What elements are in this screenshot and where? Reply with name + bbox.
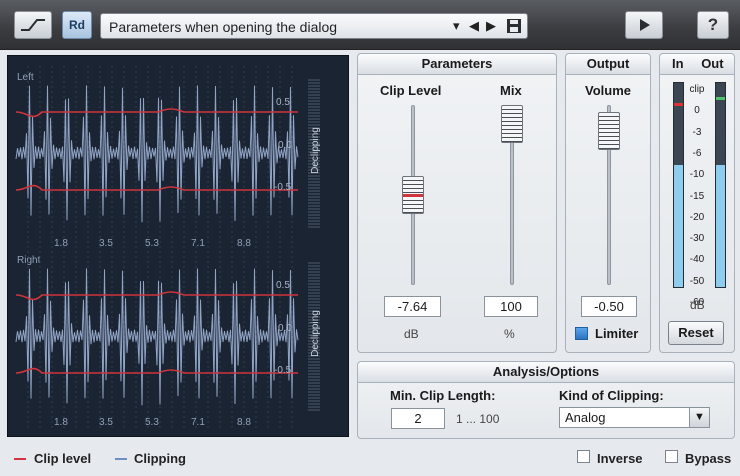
volume-input[interactable]: -0.50 xyxy=(581,296,637,317)
level-tick-bottom-low: -0.5 xyxy=(274,365,292,376)
waveform-display: Left Right 0.5 0.0 -0.5 0.5 0.0 -0.5 1.8… xyxy=(7,55,349,437)
clip-level-legend: Clip level xyxy=(34,451,92,466)
previous-preset-icon[interactable]: ◀ xyxy=(469,18,479,34)
level-tick-top-low: -0.5 xyxy=(274,182,292,193)
analysis-options-title: Analysis/Options xyxy=(358,362,734,383)
meter-scale-label: -3 xyxy=(692,126,702,138)
next-preset-icon[interactable]: ▶ xyxy=(486,18,496,34)
time-tick-top-5: 8.8 xyxy=(237,238,251,249)
meter-scale-label: -40 xyxy=(689,254,705,266)
inverse-checkbox[interactable] xyxy=(577,450,590,463)
in-label: In xyxy=(672,56,684,71)
level-tick-top-high: 0.5 xyxy=(276,97,290,108)
mix-unit: % xyxy=(504,327,515,341)
out-level-meter xyxy=(715,82,726,288)
min-clip-length-label: Min. Clip Length: xyxy=(390,388,496,403)
meter-unit: dB xyxy=(690,298,705,312)
time-tick-bottom-4: 7.1 xyxy=(191,417,205,428)
time-tick-top-2: 3.5 xyxy=(99,238,113,249)
inverse-label: Inverse xyxy=(597,451,643,466)
preset-label: Parameters when opening the dialog xyxy=(109,19,338,35)
clip-level-label: Clip Level xyxy=(380,83,442,98)
kind-of-clipping-value: Analog xyxy=(565,410,606,425)
chevron-down-icon[interactable]: ▾ xyxy=(453,18,460,34)
meter-scale-label: -6 xyxy=(692,147,702,159)
clip-level-legend-swatch xyxy=(14,458,26,460)
clip-level-unit: dB xyxy=(404,327,419,341)
output-title: Output xyxy=(566,54,650,75)
reset-button[interactable]: Reset xyxy=(668,321,724,345)
meter-scale-label: 0 xyxy=(694,105,700,117)
save-icon[interactable] xyxy=(506,18,522,34)
curve-button[interactable] xyxy=(14,11,52,39)
volume-label: Volume xyxy=(585,83,631,98)
toolbar: Rd Parameters when opening the dialog ▾ … xyxy=(0,0,740,50)
parameters-title: Parameters xyxy=(358,54,556,75)
time-tick-top-3: 5.3 xyxy=(145,238,159,249)
clipping-legend: Clipping xyxy=(134,451,186,466)
clipping-legend-swatch xyxy=(115,458,127,460)
meter-scale-label: -30 xyxy=(689,233,705,245)
meter-scale-label: -50 xyxy=(689,275,705,287)
rd-button[interactable]: Rd xyxy=(62,11,92,39)
time-tick-bottom-2: 3.5 xyxy=(99,417,113,428)
help-button[interactable]: ? xyxy=(697,11,729,39)
time-tick-bottom-3: 5.3 xyxy=(145,417,159,428)
kind-of-clipping-select[interactable]: Analog ▼ xyxy=(559,407,710,428)
clip-level-slider[interactable] xyxy=(402,176,424,214)
declipping-label-right: Declipping xyxy=(309,310,321,357)
chevron-down-icon[interactable]: ▼ xyxy=(689,408,709,427)
mix-input[interactable]: 100 xyxy=(484,296,538,317)
meter-scale-label: clip xyxy=(689,84,705,95)
out-label: Out xyxy=(701,56,724,71)
mix-label: Mix xyxy=(500,83,522,98)
play-icon xyxy=(640,19,650,31)
clip-level-input[interactable]: -7.64 xyxy=(384,296,441,317)
bypass-checkbox[interactable] xyxy=(665,450,678,463)
preset-select[interactable]: Parameters when opening the dialog ▾ ◀ ▶ xyxy=(100,13,528,39)
limiter-checkbox[interactable] xyxy=(575,327,588,340)
time-tick-bottom-5: 8.8 xyxy=(237,417,251,428)
time-tick-top-4: 7.1 xyxy=(191,238,205,249)
mix-slider[interactable] xyxy=(501,105,523,143)
limiter-label: Limiter xyxy=(595,326,639,341)
curve-icon xyxy=(21,19,45,31)
level-tick-bottom-mid: 0.0 xyxy=(278,323,292,334)
level-tick-bottom-high: 0.5 xyxy=(276,280,290,291)
bypass-label: Bypass xyxy=(685,451,732,466)
min-clip-length-range: 1 ... 100 xyxy=(456,412,500,426)
meter-scale-label: -15 xyxy=(689,190,705,202)
meter-scale-label: -10 xyxy=(689,169,705,181)
level-tick-top-mid: 0.0 xyxy=(278,140,292,151)
in-out-header: In Out xyxy=(660,54,734,75)
meter-scale-label: -20 xyxy=(689,211,705,223)
time-tick-top-1: 1.8 xyxy=(54,238,68,249)
declipping-label-left: Declipping xyxy=(309,127,321,174)
volume-slider[interactable] xyxy=(598,112,620,150)
time-tick-bottom-1: 1.8 xyxy=(54,417,68,428)
min-clip-length-input[interactable]: 2 xyxy=(391,408,445,429)
kind-of-clipping-label: Kind of Clipping: xyxy=(559,388,664,403)
play-button[interactable] xyxy=(625,11,663,39)
